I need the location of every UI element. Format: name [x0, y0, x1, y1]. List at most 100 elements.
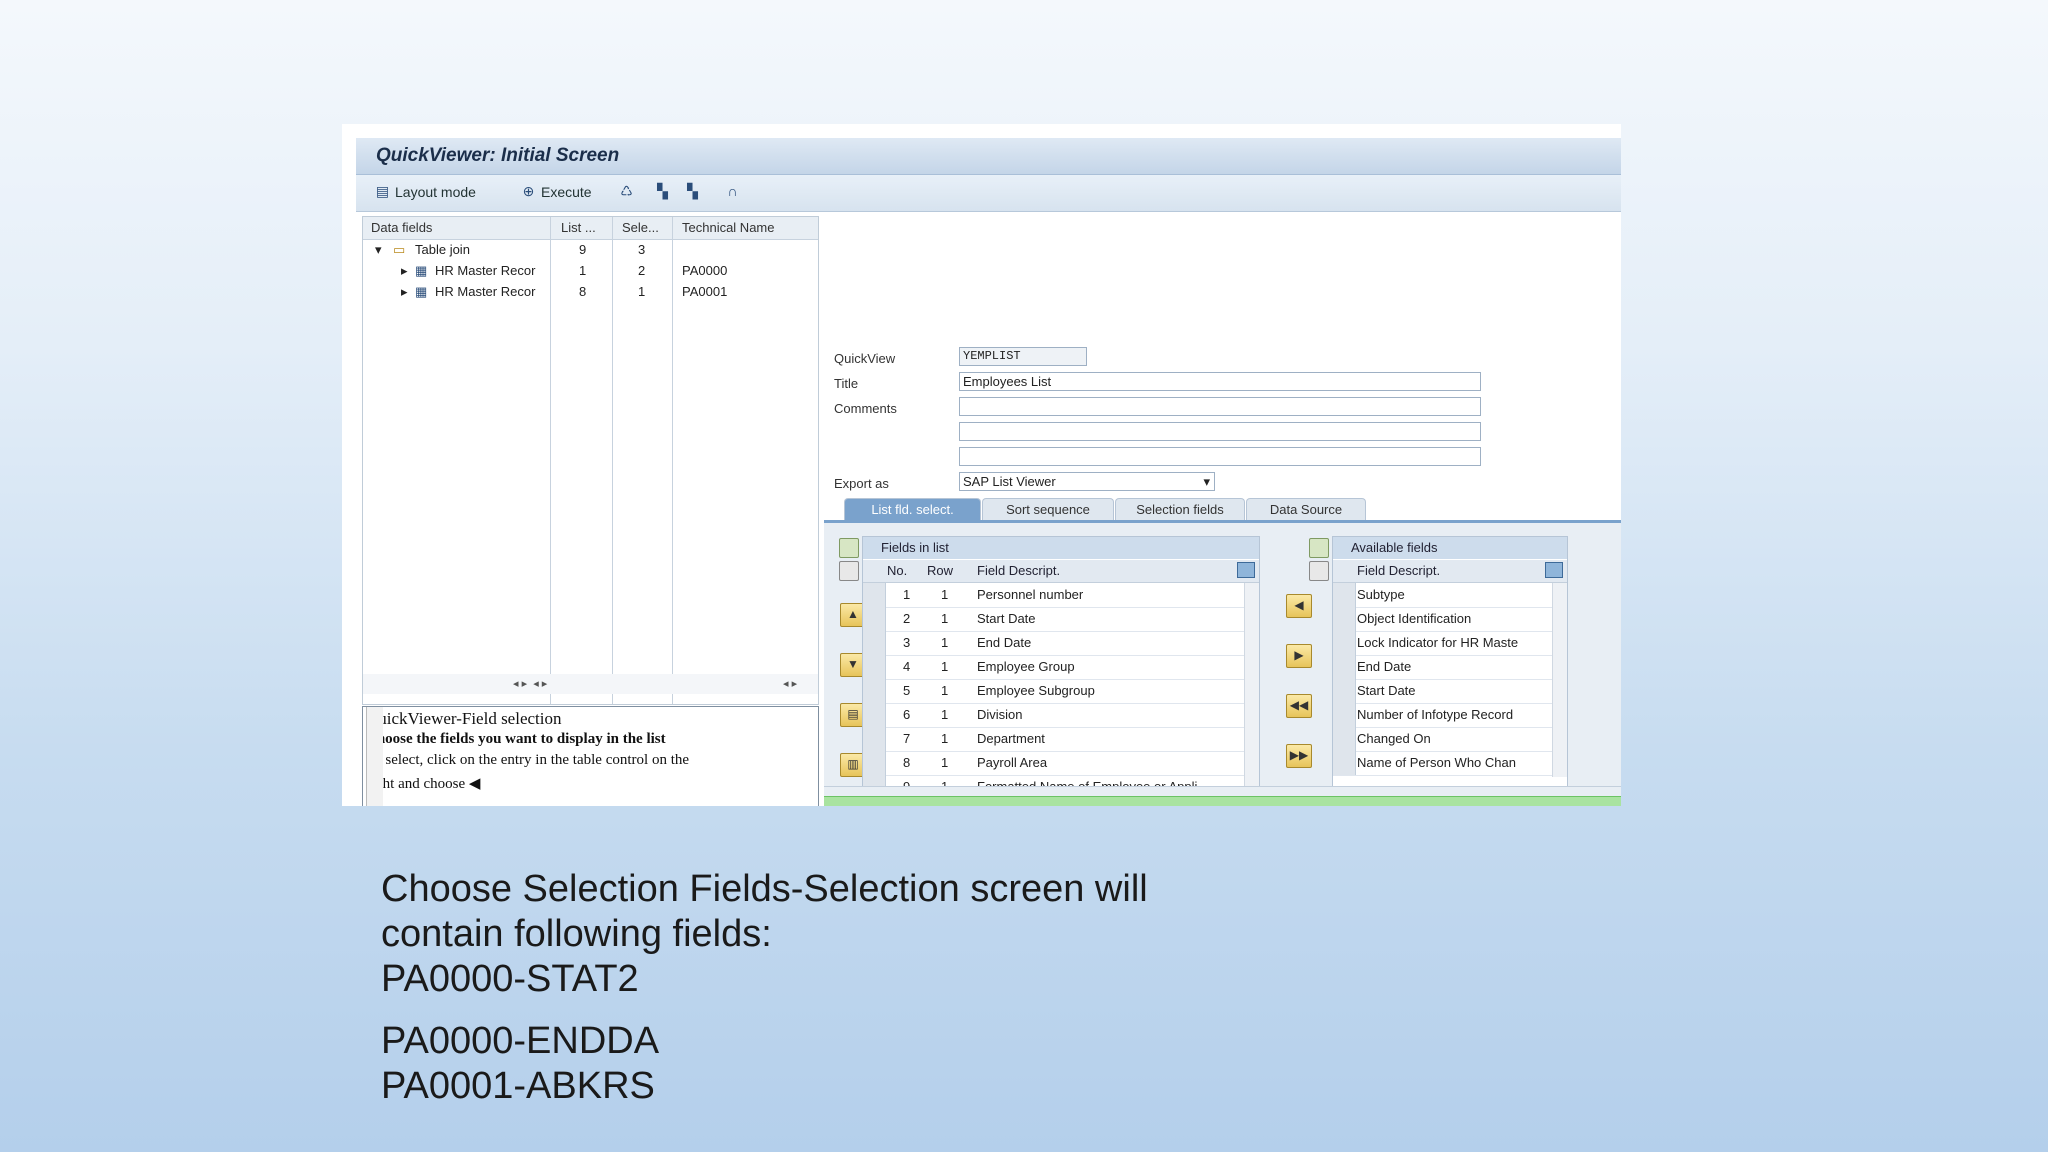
- tab-sort-sequence[interactable]: Sort sequence: [982, 498, 1114, 521]
- row-selector[interactable]: [863, 703, 886, 727]
- available-vertical-scrollbar[interactable]: [1552, 583, 1567, 777]
- row-selector[interactable]: [863, 655, 886, 679]
- layout-icon: ▤: [375, 183, 390, 199]
- tree-horizontal-scrollbar[interactable]: ◂ ▸ ◂ ▸ ◂ ▸: [363, 674, 818, 694]
- tree-row-pa0001[interactable]: ▸ ▦ HR Master Recor 8 1 PA0001: [363, 282, 818, 302]
- row-selector[interactable]: [1333, 751, 1356, 775]
- cell-no: 7: [903, 731, 911, 746]
- list-item[interactable]: End Date: [1333, 655, 1567, 680]
- table-icon: ▦: [415, 263, 428, 278]
- tab-list-fld-select[interactable]: List fld. select.: [844, 498, 981, 521]
- available-select-all-icon[interactable]: [1309, 561, 1329, 581]
- double-arrow-right-icon: ▶▶: [1289, 748, 1309, 762]
- tree-row-table-join[interactable]: ▾ ▭ Table join 9 3: [363, 240, 818, 260]
- fields-in-list-table: Fields in list No. Row Field Descript. 1…: [839, 536, 1260, 806]
- available-settings-icon[interactable]: [1309, 538, 1329, 558]
- list-item[interactable]: Lock Indicator for HR Maste: [1333, 631, 1567, 656]
- cell-no: 1: [903, 587, 911, 602]
- table-row[interactable]: 3 1 End Date: [863, 631, 1259, 656]
- title-field[interactable]: Employees List: [959, 372, 1481, 391]
- col-list: List ...: [561, 220, 596, 235]
- list-item[interactable]: Number of Infotype Record: [1333, 703, 1567, 728]
- comments-field-3[interactable]: [959, 447, 1481, 466]
- row-selector[interactable]: [863, 751, 886, 775]
- find-button[interactable]: ♺: [618, 183, 635, 200]
- add-field-button[interactable]: ◀: [1286, 594, 1312, 618]
- help-title: QuickViewer-Field selection: [366, 709, 562, 728]
- tab-data-source[interactable]: Data Source: [1246, 498, 1366, 521]
- col-no: No.: [887, 563, 908, 578]
- comments-field-1[interactable]: [959, 397, 1481, 416]
- row-selector[interactable]: [1333, 631, 1356, 655]
- row-selector[interactable]: [863, 607, 886, 631]
- fields-in-list-title: Fields in list: [881, 540, 949, 555]
- cell-no: 6: [903, 707, 911, 722]
- caption-line-5: PA0001-ABKRS: [381, 1065, 655, 1107]
- row-selector[interactable]: [863, 631, 886, 655]
- fields-vertical-scrollbar[interactable]: [1244, 583, 1259, 799]
- cell-field-descript: Personnel number: [977, 587, 1084, 602]
- list-item[interactable]: Name of Person Who Chan: [1333, 751, 1567, 776]
- table-row[interactable]: 5 1 Employee Subgroup: [863, 679, 1259, 704]
- row-selector[interactable]: [863, 679, 886, 703]
- row-selector[interactable]: [863, 583, 886, 607]
- table-row[interactable]: 7 1 Department: [863, 727, 1259, 752]
- row-selector[interactable]: [1333, 727, 1356, 751]
- help-scrollbar[interactable]: [366, 707, 383, 806]
- row-selector[interactable]: [1333, 703, 1356, 727]
- arrow-left-icon: ◀: [1294, 598, 1304, 612]
- col-available-field-descript: Field Descript.: [1357, 563, 1441, 578]
- headset-button[interactable]: ∩: [724, 183, 741, 200]
- tree-label: Table join: [415, 242, 470, 257]
- table-row[interactable]: 1 1 Personnel number: [863, 583, 1259, 608]
- tab-selection-fields[interactable]: Selection fields: [1115, 498, 1245, 521]
- export-dropdown[interactable]: SAP List Viewer ▾: [959, 472, 1215, 491]
- cell-field-descript: Division: [977, 707, 1023, 722]
- tree-header: Data fields List ... Sele... Technical N…: [363, 217, 818, 240]
- table-settings-icon[interactable]: [839, 538, 859, 558]
- row-selector[interactable]: [1333, 679, 1356, 703]
- double-arrow-left-icon: ◀◀: [1289, 698, 1309, 712]
- select-all-icon[interactable]: [839, 561, 859, 581]
- table-row[interactable]: 4 1 Employee Group: [863, 655, 1259, 680]
- row-selector[interactable]: [1333, 655, 1356, 679]
- binoculars-button[interactable]: ▚: [654, 183, 671, 200]
- expand-icon[interactable]: ▸: [401, 284, 408, 300]
- table-row[interactable]: 2 1 Start Date: [863, 607, 1259, 632]
- column-config-icon[interactable]: [1237, 562, 1255, 578]
- cell-field-descript: Start Date: [1357, 683, 1416, 698]
- binoculars-next-button[interactable]: ▚: [684, 183, 701, 200]
- list-item[interactable]: Changed On: [1333, 727, 1567, 752]
- add-all-button[interactable]: ◀◀: [1286, 694, 1312, 718]
- list-item[interactable]: Object Identification: [1333, 607, 1567, 632]
- folder-icon: ▭: [393, 242, 406, 257]
- table-row[interactable]: 8 1 Payroll Area: [863, 751, 1259, 776]
- collapse-icon[interactable]: ▾: [375, 242, 382, 258]
- cell-field-descript: End Date: [977, 635, 1032, 650]
- row-selector[interactable]: [1333, 607, 1356, 631]
- row-selector[interactable]: [863, 727, 886, 751]
- comments-field-2[interactable]: [959, 422, 1481, 441]
- execute-button[interactable]: ⊕ Execute: [520, 183, 592, 200]
- headset-icon: ∩: [727, 183, 738, 199]
- layout-mode-button[interactable]: ▤ Layout mode: [374, 183, 476, 200]
- cell-field-descript: Number of Infotype Record: [1357, 707, 1514, 722]
- tree-row-pa0000[interactable]: ▸ ▦ HR Master Recor 1 2 PA0000: [363, 261, 818, 281]
- quickview-field[interactable]: YEMPLIST: [959, 347, 1087, 366]
- title-label: Title: [834, 376, 859, 391]
- window-title: QuickViewer: Initial Screen: [376, 145, 620, 166]
- row-selector[interactable]: [1333, 583, 1356, 607]
- tree-label: HR Master Recor: [435, 284, 536, 299]
- list-item[interactable]: Subtype: [1333, 583, 1567, 608]
- data-fields-tree: Data fields List ... Sele... Technical N…: [362, 216, 819, 705]
- list-item[interactable]: Start Date: [1333, 679, 1567, 704]
- table-row[interactable]: 6 1 Division: [863, 703, 1259, 728]
- cell-field-descript: Payroll Area: [977, 755, 1048, 770]
- expand-icon[interactable]: ▸: [401, 263, 408, 279]
- caption-line-3: PA0000-STAT2: [381, 958, 639, 1000]
- remove-all-button[interactable]: ▶▶: [1286, 744, 1312, 768]
- remove-field-button[interactable]: ▶: [1286, 644, 1312, 668]
- available-column-config-icon[interactable]: [1545, 562, 1563, 578]
- binoculars-icon: ▚: [657, 183, 668, 199]
- technical-name: PA0000: [682, 263, 728, 278]
